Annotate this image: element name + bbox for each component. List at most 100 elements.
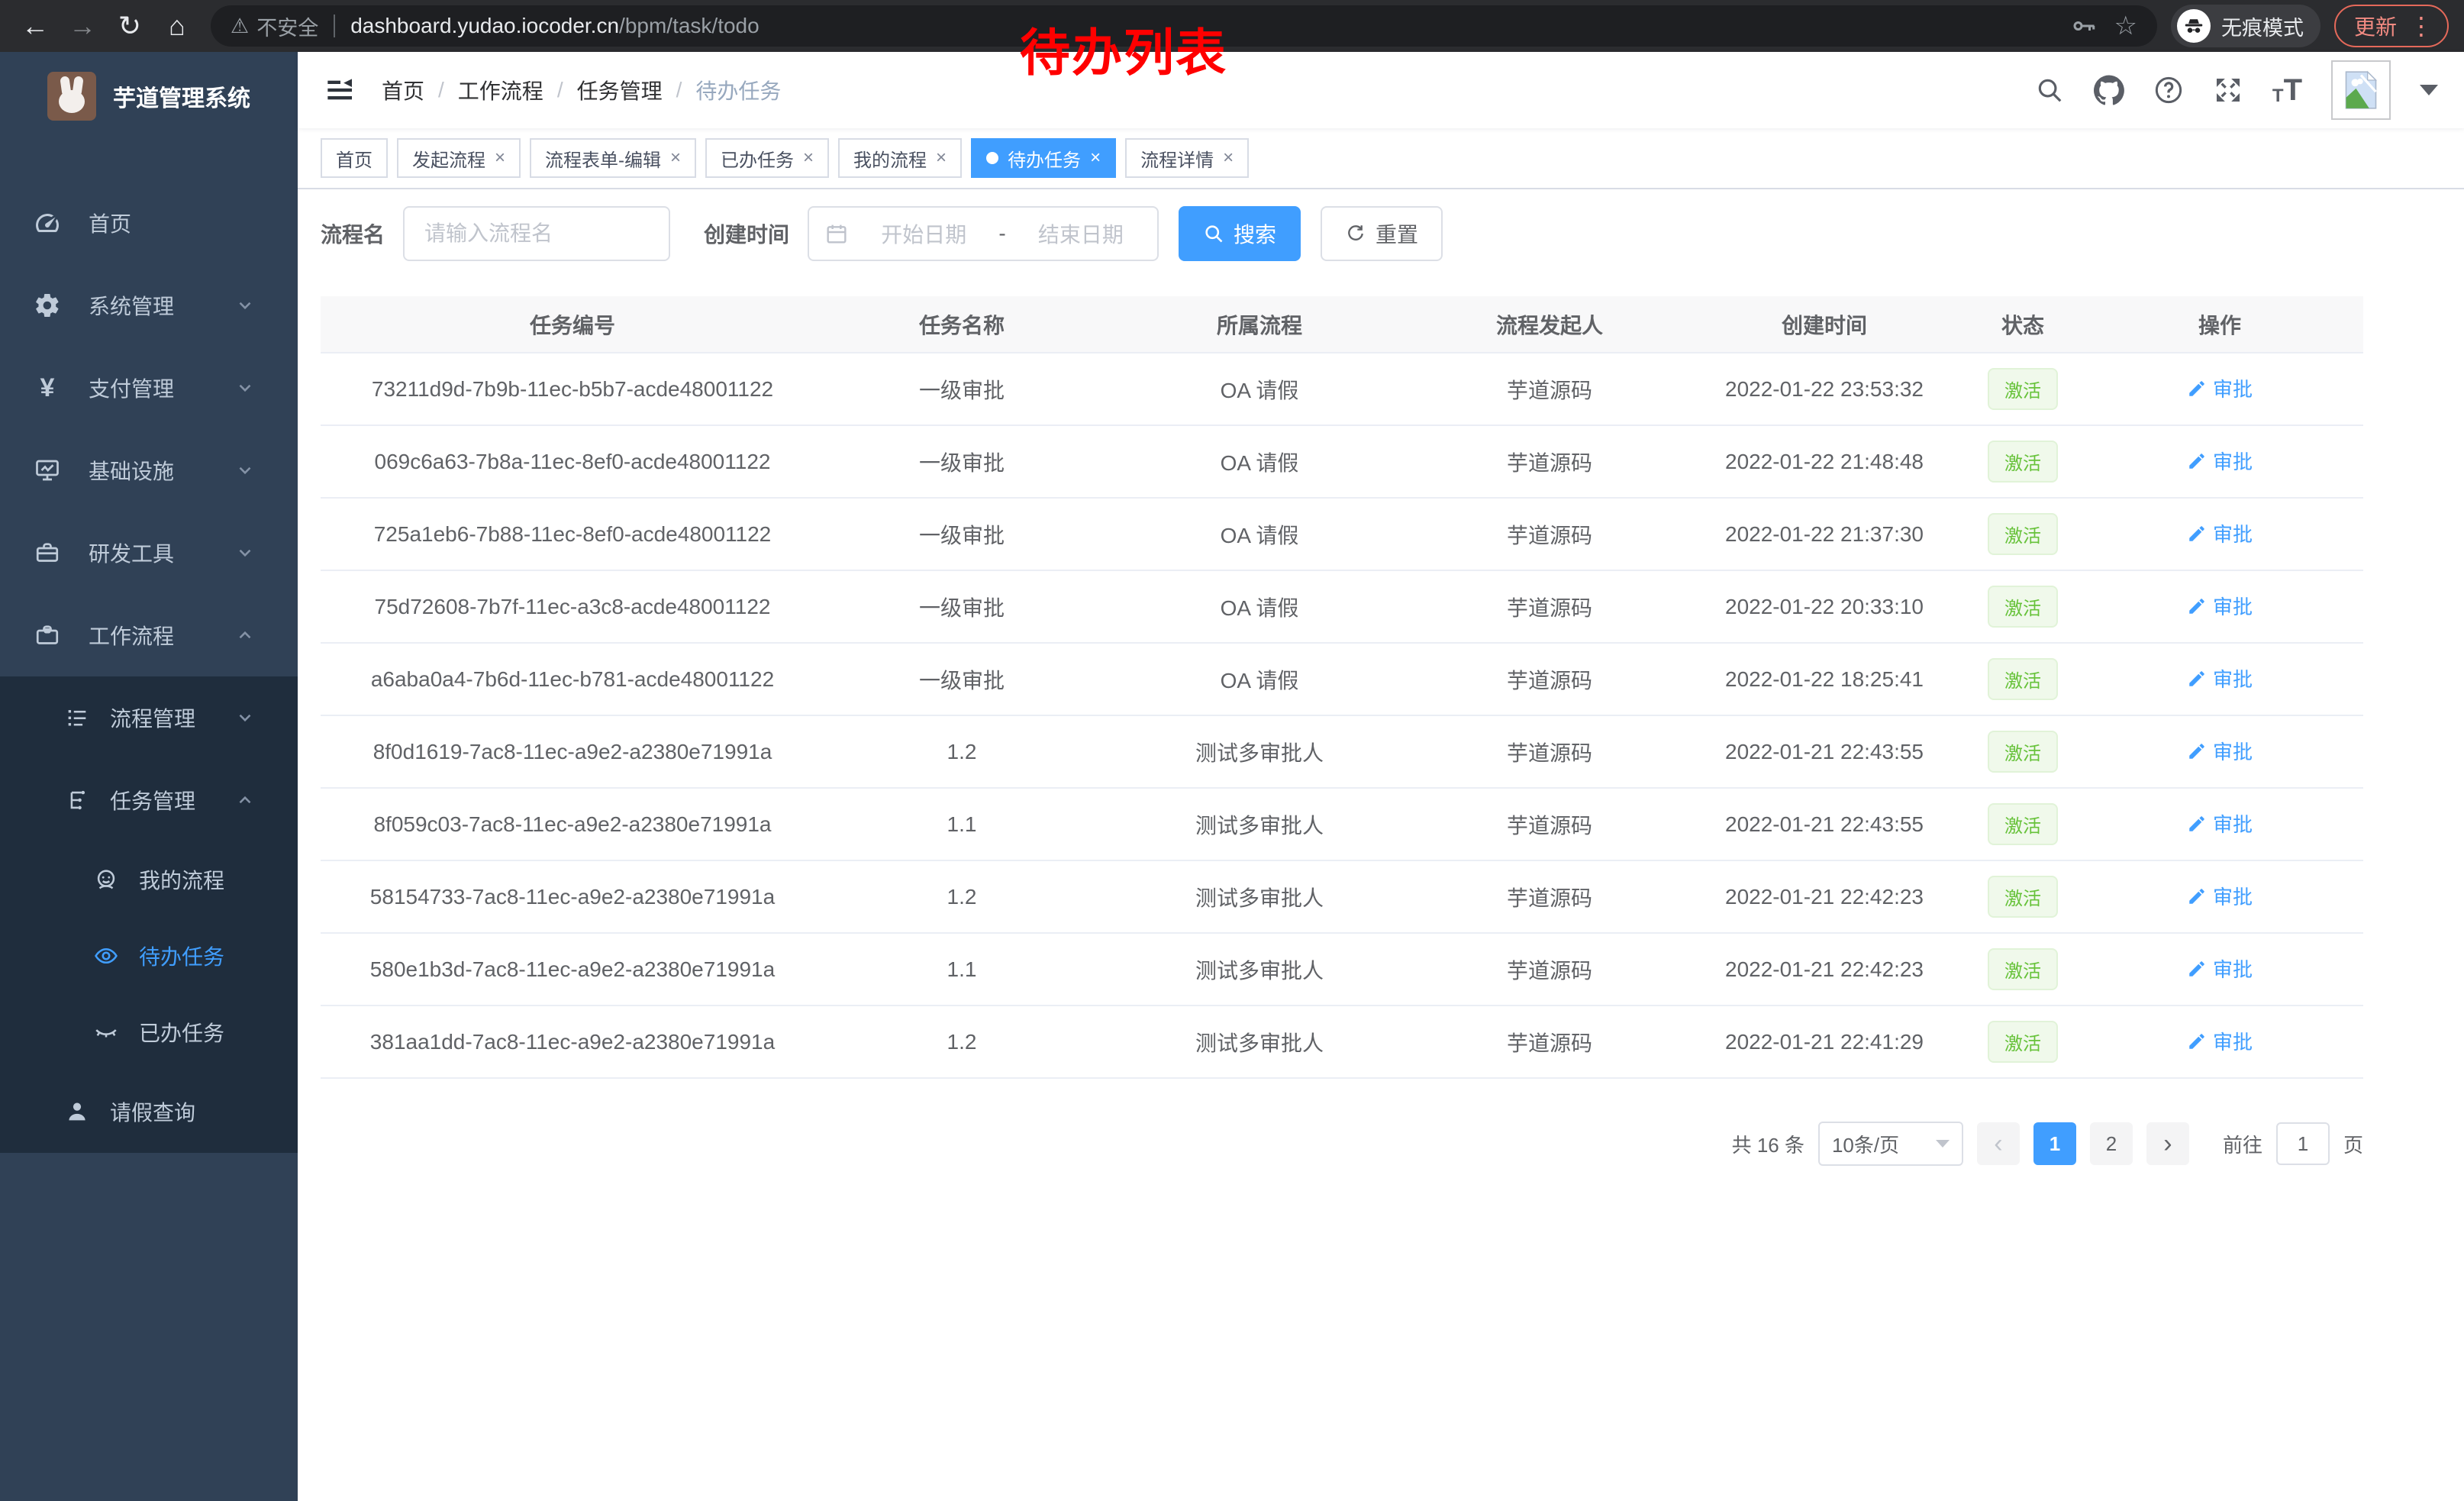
breadcrumb-task-mgmt[interactable]: 任务管理 xyxy=(577,75,663,105)
tab-close-icon[interactable]: × xyxy=(936,147,947,169)
bookmark-star-icon[interactable]: ☆ xyxy=(2114,11,2137,41)
sidebar-item-payment[interactable]: ¥ 支付管理 xyxy=(0,347,298,429)
sidebar-fold-icon[interactable] xyxy=(324,73,357,107)
approve-button[interactable]: 审批 xyxy=(2187,664,2253,692)
tab-close-icon[interactable]: × xyxy=(670,147,681,169)
column-header: 所属流程 xyxy=(1099,296,1420,353)
tab-process-form-edit[interactable]: 流程表单-编辑 × xyxy=(530,138,696,178)
list-tree-icon xyxy=(64,705,90,731)
prev-page-button[interactable]: ‹ xyxy=(1977,1122,2020,1165)
sidebar-item-label: 流程管理 xyxy=(110,702,235,733)
reset-button[interactable]: 重置 xyxy=(1321,206,1443,261)
tab-close-icon[interactable]: × xyxy=(495,147,505,169)
reload-icon[interactable]: ↻ xyxy=(110,6,150,46)
breadcrumb-workflow[interactable]: 工作流程 xyxy=(458,75,543,105)
font-size-icon[interactable]: TT xyxy=(2272,75,2302,105)
monitor-icon xyxy=(34,457,61,484)
avatar[interactable] xyxy=(2331,60,2391,120)
create-time: 2022-01-22 21:37:30 xyxy=(1679,498,1969,570)
goto-page-input[interactable] xyxy=(2276,1122,2330,1165)
home-icon[interactable]: ⌂ xyxy=(157,6,197,46)
pagination-total: 共 16 条 xyxy=(1732,1130,1804,1158)
app-logo-row[interactable]: 芋道管理系统 xyxy=(0,52,298,140)
process-name: OA 请假 xyxy=(1099,570,1420,643)
page-size-select[interactable]: 10条/页 xyxy=(1818,1122,1963,1166)
task-name: 1.2 xyxy=(824,715,1099,788)
status-badge: 激活 xyxy=(1988,513,2058,555)
process-name: 测试多审批人 xyxy=(1099,788,1420,860)
flow-tree-icon xyxy=(64,787,90,813)
page: ← → ↻ ⌂ ⚠ 不安全 dashboard.yudao.iocoder.cn… xyxy=(0,0,2464,1501)
approve-button[interactable]: 审批 xyxy=(2187,737,2253,765)
content: 流程名 创建时间 开始日期 - 结束日期 xyxy=(298,189,2464,1166)
avatar-dropdown-caret[interactable] xyxy=(2420,85,2438,95)
tab-home[interactable]: 首页 xyxy=(321,138,388,178)
sidebar-item-workflow[interactable]: 工作流程 xyxy=(0,594,298,676)
sidebar-item-process-mgmt[interactable]: 流程管理 xyxy=(0,676,298,759)
breadcrumb-home[interactable]: 首页 xyxy=(382,75,424,105)
page-button-1[interactable]: 1 xyxy=(2033,1122,2076,1165)
task-id: 725a1eb6-7b88-11ec-8ef0-acde48001122 xyxy=(321,498,824,570)
forward-icon[interactable]: → xyxy=(63,6,102,46)
process-name: OA 请假 xyxy=(1099,643,1420,715)
table-row: 58154733-7ac8-11ec-a9e2-a2380e71991a 1.2… xyxy=(321,860,2363,933)
tab-close-icon[interactable]: × xyxy=(1090,147,1101,169)
next-page-button[interactable]: › xyxy=(2146,1122,2189,1165)
tab-my-process[interactable]: 我的流程 × xyxy=(838,138,962,178)
approve-button[interactable]: 审批 xyxy=(2187,809,2253,838)
sidebar-item-my-process[interactable]: 我的流程 xyxy=(0,841,298,918)
broken-image-icon xyxy=(2343,70,2379,110)
search-icon xyxy=(1203,223,1224,244)
approve-button[interactable]: 审批 xyxy=(2187,1027,2253,1055)
column-header: 任务编号 xyxy=(321,296,824,353)
fullscreen-icon[interactable] xyxy=(2213,75,2243,105)
browser-update-button[interactable]: 更新 ⋮ xyxy=(2334,5,2449,47)
active-tab-dot xyxy=(986,152,998,164)
task-name: 一级审批 xyxy=(824,425,1099,498)
not-secure-warning[interactable]: ⚠ 不安全 xyxy=(231,11,318,41)
approve-button[interactable]: 审批 xyxy=(2187,882,2253,910)
sidebar-item-todo-task[interactable]: 待办任务 xyxy=(0,918,298,994)
process-name-input[interactable] xyxy=(403,206,670,261)
tab-start-process[interactable]: 发起流程 × xyxy=(397,138,521,178)
tab-label: 我的流程 xyxy=(853,145,927,172)
task-id: 58154733-7ac8-11ec-a9e2-a2380e71991a xyxy=(321,860,824,933)
reset-button-label: 重置 xyxy=(1376,218,1418,249)
edit-icon xyxy=(2187,959,2207,979)
approve-button[interactable]: 审批 xyxy=(2187,447,2253,475)
page-button-2[interactable]: 2 xyxy=(2090,1122,2133,1165)
tab-process-detail[interactable]: 流程详情 × xyxy=(1125,138,1249,178)
breadcrumb-current: 待办任务 xyxy=(695,75,781,105)
task-name: 一级审批 xyxy=(824,570,1099,643)
tab-todo-task[interactable]: 待办任务 × xyxy=(971,138,1116,178)
browser-menu-icon[interactable]: ⋮ xyxy=(2409,14,2433,38)
tab-close-icon[interactable]: × xyxy=(803,147,814,169)
search-button[interactable]: 搜索 xyxy=(1179,206,1301,261)
sidebar-item-leave-query[interactable]: 请假查询 xyxy=(0,1070,298,1153)
approve-button[interactable]: 审批 xyxy=(2187,954,2253,983)
approve-button[interactable]: 审批 xyxy=(2187,519,2253,547)
edit-icon xyxy=(2187,814,2207,834)
task-id: 8f0d1619-7ac8-11ec-a9e2-a2380e71991a xyxy=(321,715,824,788)
tab-close-icon[interactable]: × xyxy=(1223,147,1234,169)
back-icon[interactable]: ← xyxy=(15,6,55,46)
sidebar-item-devtools[interactable]: 研发工具 xyxy=(0,512,298,594)
create-time: 2022-01-21 22:42:23 xyxy=(1679,860,1969,933)
help-icon[interactable] xyxy=(2153,75,2184,105)
create-time: 2022-01-21 22:41:29 xyxy=(1679,1006,1969,1078)
approve-button[interactable]: 审批 xyxy=(2187,592,2253,620)
date-range-picker[interactable]: 开始日期 - 结束日期 xyxy=(808,206,1159,261)
edit-icon xyxy=(2187,886,2207,906)
sidebar-item-done-task[interactable]: 已办任务 xyxy=(0,994,298,1070)
warning-icon: ⚠ xyxy=(231,15,249,38)
search-icon[interactable] xyxy=(2034,75,2065,105)
sidebar-item-system[interactable]: 系统管理 xyxy=(0,264,298,347)
key-icon[interactable] xyxy=(2070,12,2098,40)
sidebar-item-home[interactable]: 首页 xyxy=(0,182,298,264)
person-icon xyxy=(64,1099,90,1125)
sidebar-item-infra[interactable]: 基础设施 xyxy=(0,429,298,512)
github-icon[interactable] xyxy=(2094,75,2124,105)
approve-button[interactable]: 审批 xyxy=(2187,374,2253,402)
tab-done-task[interactable]: 已办任务 × xyxy=(705,138,829,178)
sidebar-item-task-mgmt[interactable]: 任务管理 xyxy=(0,759,298,841)
